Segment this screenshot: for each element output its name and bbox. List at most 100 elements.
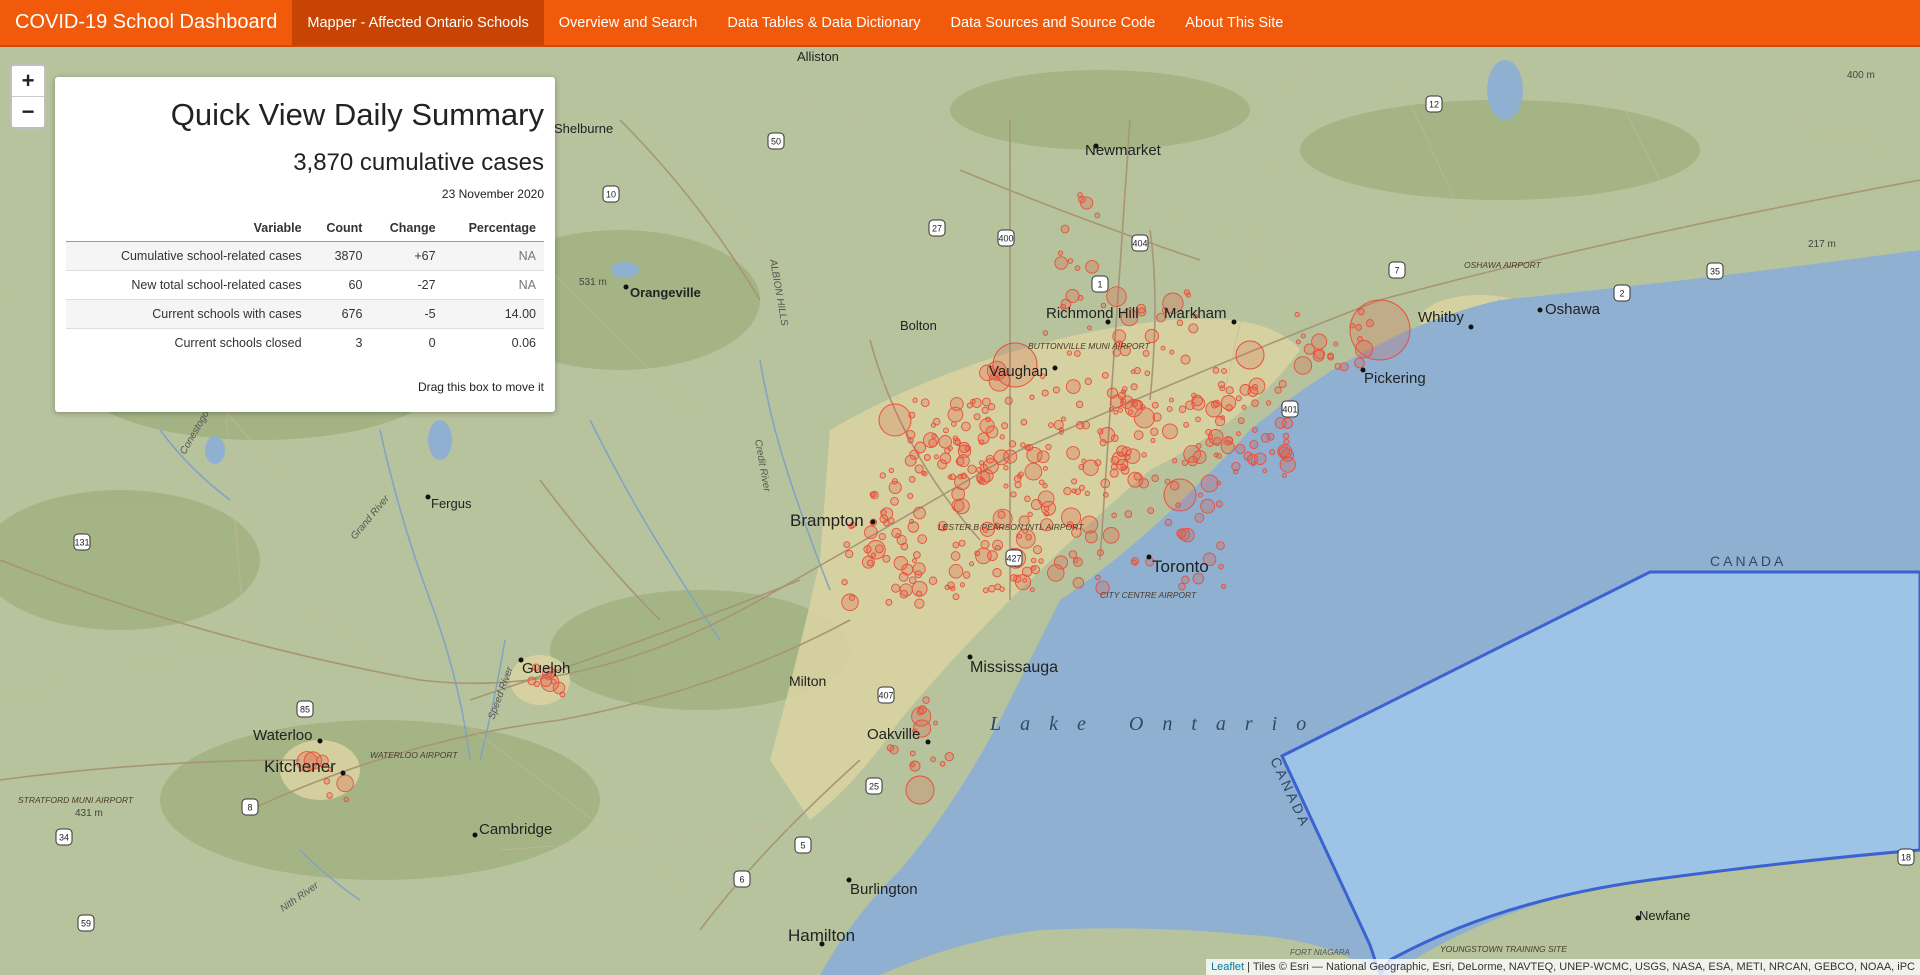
case-marker[interactable] (1010, 491, 1017, 498)
case-marker[interactable] (1181, 459, 1189, 466)
case-marker[interactable] (1071, 488, 1077, 494)
case-marker[interactable] (1068, 550, 1078, 559)
zoom-out-button[interactable]: − (12, 97, 44, 127)
case-marker[interactable] (1082, 459, 1099, 476)
case-marker[interactable] (1060, 416, 1066, 422)
case-marker[interactable] (1066, 446, 1080, 460)
case-marker[interactable] (1150, 427, 1159, 436)
case-marker[interactable] (870, 491, 877, 498)
case-marker[interactable] (1063, 486, 1072, 496)
nav-data-tables[interactable]: Data Tables & Data Dictionary (712, 0, 935, 45)
case-marker[interactable] (949, 585, 956, 592)
case-marker[interactable] (1232, 468, 1239, 475)
case-marker[interactable] (1181, 575, 1190, 585)
case-marker[interactable] (949, 473, 956, 481)
case-marker[interactable] (1293, 356, 1313, 375)
case-marker[interactable] (1127, 409, 1134, 415)
case-marker-large[interactable] (1349, 299, 1411, 361)
case-marker[interactable] (939, 760, 946, 767)
case-marker[interactable] (1016, 533, 1023, 539)
case-marker[interactable] (874, 544, 884, 554)
case-marker[interactable] (1109, 468, 1119, 478)
case-marker[interactable] (1151, 474, 1159, 483)
case-marker[interactable] (1225, 386, 1234, 395)
case-marker[interactable] (933, 454, 939, 460)
case-marker[interactable] (967, 464, 977, 474)
case-marker[interactable] (1166, 406, 1173, 413)
case-marker[interactable] (1274, 386, 1282, 394)
case-marker[interactable] (982, 397, 991, 407)
case-marker[interactable] (1152, 412, 1162, 422)
case-marker[interactable] (841, 593, 859, 612)
case-marker[interactable] (1095, 574, 1101, 581)
case-marker[interactable] (1279, 456, 1296, 473)
case-marker[interactable] (891, 478, 898, 485)
case-marker[interactable] (1060, 224, 1070, 234)
case-marker[interactable] (1314, 348, 1326, 360)
case-marker[interactable] (1100, 478, 1111, 489)
case-marker[interactable] (1003, 483, 1009, 489)
case-marker[interactable] (994, 544, 1001, 551)
case-marker[interactable] (1057, 250, 1064, 256)
case-marker[interactable] (913, 551, 921, 559)
case-marker[interactable] (1221, 368, 1228, 375)
case-marker[interactable] (992, 568, 1002, 578)
case-marker[interactable] (1036, 450, 1050, 464)
case-marker[interactable] (1205, 438, 1215, 447)
case-marker[interactable] (1235, 395, 1242, 402)
case-marker[interactable] (1215, 500, 1223, 508)
case-marker[interactable] (1164, 518, 1173, 527)
case-marker[interactable] (843, 541, 851, 548)
case-marker[interactable] (908, 476, 916, 483)
case-marker[interactable] (1188, 323, 1199, 334)
case-marker[interactable] (533, 680, 540, 688)
case-marker[interactable] (1169, 349, 1175, 355)
case-marker[interactable] (1327, 352, 1334, 360)
case-marker[interactable] (1106, 387, 1119, 399)
case-marker[interactable] (326, 792, 333, 799)
case-marker[interactable] (864, 525, 878, 540)
case-marker[interactable] (1294, 311, 1300, 318)
case-marker[interactable] (1117, 391, 1127, 400)
case-marker[interactable] (1265, 400, 1272, 406)
case-marker[interactable] (1212, 367, 1220, 374)
case-marker[interactable] (882, 554, 891, 563)
case-marker[interactable] (917, 534, 928, 544)
case-marker[interactable] (1151, 401, 1159, 409)
case-marker[interactable] (1200, 474, 1219, 493)
case-marker[interactable] (1110, 434, 1119, 443)
case-marker-large[interactable] (905, 775, 935, 805)
case-marker[interactable] (1278, 379, 1287, 389)
case-marker[interactable] (1217, 381, 1226, 389)
case-marker[interactable] (841, 579, 848, 586)
case-marker[interactable] (1191, 396, 1206, 411)
case-marker[interactable] (1067, 258, 1074, 264)
case-marker[interactable] (913, 506, 926, 520)
case-marker[interactable] (1004, 396, 1013, 405)
case-marker[interactable] (1216, 541, 1225, 551)
case-marker[interactable] (1045, 443, 1052, 451)
case-marker[interactable] (1113, 409, 1119, 415)
case-marker[interactable] (908, 576, 917, 585)
case-marker[interactable] (932, 417, 941, 426)
case-marker[interactable] (909, 518, 915, 525)
case-marker[interactable] (1241, 404, 1247, 410)
case-marker[interactable] (1102, 491, 1109, 498)
case-marker[interactable] (920, 398, 930, 408)
case-marker[interactable] (1295, 339, 1301, 345)
case-marker[interactable] (1139, 404, 1146, 410)
case-marker[interactable] (1074, 265, 1081, 271)
case-marker[interactable] (1003, 465, 1009, 471)
case-marker[interactable] (922, 471, 928, 477)
nav-overview[interactable]: Overview and Search (544, 0, 713, 45)
case-marker[interactable] (1194, 512, 1205, 523)
case-marker[interactable] (888, 467, 894, 474)
case-marker[interactable] (1008, 440, 1017, 448)
case-marker[interactable] (982, 587, 989, 594)
leaflet-link[interactable]: Leaflet (1211, 961, 1244, 973)
case-marker[interactable] (961, 421, 971, 432)
case-marker[interactable] (1248, 377, 1266, 395)
case-marker[interactable] (1210, 401, 1219, 409)
case-marker[interactable] (1225, 436, 1234, 445)
case-marker[interactable] (959, 582, 965, 588)
